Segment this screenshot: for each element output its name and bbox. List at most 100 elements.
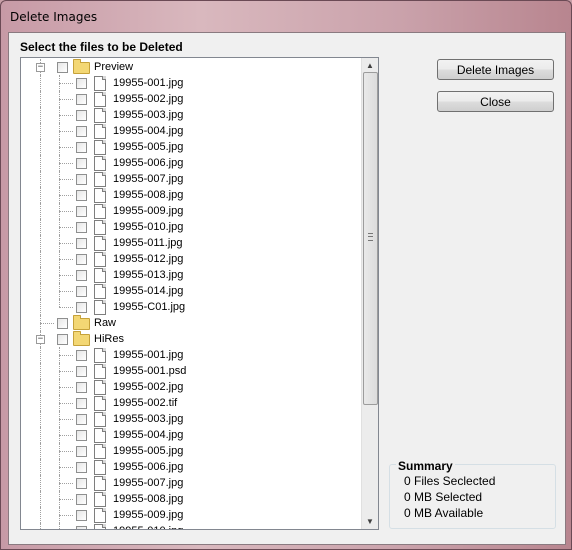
collapse-expander-icon[interactable]: − xyxy=(36,63,45,72)
file-row[interactable]: 19955-007.jpg xyxy=(21,171,361,187)
file-checkbox[interactable] xyxy=(76,526,87,529)
file-row[interactable]: 19955-007.jpg xyxy=(21,475,361,491)
tree-guide-line xyxy=(40,443,41,459)
tree-folder-row[interactable]: Raw xyxy=(21,315,361,331)
tree-guide-line xyxy=(40,283,41,299)
file-checkbox[interactable] xyxy=(76,494,87,505)
file-icon xyxy=(94,348,106,363)
file-checkbox[interactable] xyxy=(76,254,87,265)
file-row[interactable]: 19955-C01.jpg xyxy=(21,299,361,315)
file-row[interactable]: 19955-005.jpg xyxy=(21,443,361,459)
file-row[interactable]: 19955-009.jpg xyxy=(21,507,361,523)
file-checkbox[interactable] xyxy=(76,142,87,153)
file-row[interactable]: 19955-008.jpg xyxy=(21,187,361,203)
file-label: 19955-008.jpg xyxy=(113,189,184,201)
file-label: 19955-008.jpg xyxy=(113,493,184,505)
file-checkbox[interactable] xyxy=(76,270,87,281)
file-row[interactable]: 19955-010.jpg xyxy=(21,219,361,235)
file-row[interactable]: 19955-003.jpg xyxy=(21,411,361,427)
collapse-expander-icon[interactable]: − xyxy=(36,335,45,344)
file-row[interactable]: 19955-008.jpg xyxy=(21,491,361,507)
tree-guide-line xyxy=(59,195,73,196)
scroll-thumb[interactable] xyxy=(363,72,378,405)
file-checkbox[interactable] xyxy=(76,462,87,473)
file-row[interactable]: 19955-006.jpg xyxy=(21,459,361,475)
scroll-down-icon[interactable]: ▼ xyxy=(362,514,378,529)
file-checkbox[interactable] xyxy=(76,398,87,409)
file-row[interactable]: 19955-001.jpg xyxy=(21,75,361,91)
folder-icon xyxy=(73,59,90,74)
file-checkbox[interactable] xyxy=(76,286,87,297)
file-row[interactable]: 19955-010.jpg xyxy=(21,523,361,529)
file-tree-content: − Preview 19955-001.jpg 19955-002.jpg 19955-… xyxy=(21,59,361,529)
file-row[interactable]: 19955-013.jpg xyxy=(21,267,361,283)
tree-guide-line xyxy=(59,483,73,484)
file-row[interactable]: 19955-014.jpg xyxy=(21,283,361,299)
file-checkbox[interactable] xyxy=(76,446,87,457)
file-icon xyxy=(94,508,106,523)
file-icon xyxy=(94,284,106,299)
file-checkbox[interactable] xyxy=(76,366,87,377)
file-checkbox[interactable] xyxy=(76,350,87,361)
file-checkbox[interactable] xyxy=(76,222,87,233)
file-checkbox[interactable] xyxy=(76,414,87,425)
tree-scrollbar[interactable]: ▲ ▼ xyxy=(361,58,378,529)
folder-icon xyxy=(73,331,90,346)
tree-guide-line xyxy=(40,251,41,267)
file-row[interactable]: 19955-003.jpg xyxy=(21,107,361,123)
file-checkbox[interactable] xyxy=(76,190,87,201)
scroll-up-icon[interactable]: ▲ xyxy=(362,58,378,73)
file-label: 19955-002.tif xyxy=(113,397,178,409)
file-checkbox[interactable] xyxy=(76,382,87,393)
folder-checkbox[interactable] xyxy=(57,62,68,73)
file-checkbox[interactable] xyxy=(76,302,87,313)
file-checkbox[interactable] xyxy=(76,78,87,89)
folder-label: Raw xyxy=(94,317,117,329)
file-checkbox[interactable] xyxy=(76,206,87,217)
tree-guide-line xyxy=(40,91,41,107)
file-row[interactable]: 19955-005.jpg xyxy=(21,139,361,155)
file-row[interactable]: 19955-004.jpg xyxy=(21,123,361,139)
file-row[interactable]: 19955-004.jpg xyxy=(21,427,361,443)
delete-images-button[interactable]: Delete Images xyxy=(437,59,554,80)
tree-guide-line xyxy=(59,179,73,180)
folder-checkbox[interactable] xyxy=(57,334,68,345)
file-icon xyxy=(94,252,106,267)
file-row[interactable]: 19955-001.psd xyxy=(21,363,361,379)
tree-folder-row[interactable]: − HiRes xyxy=(21,331,361,347)
mb-available-text: 0 MB Available xyxy=(404,506,484,520)
file-label: 19955-003.jpg xyxy=(113,109,184,121)
file-checkbox[interactable] xyxy=(76,158,87,169)
file-checkbox[interactable] xyxy=(76,94,87,105)
tree-guide-line xyxy=(40,107,41,123)
file-row[interactable]: 19955-001.jpg xyxy=(21,347,361,363)
title-bar[interactable]: Delete Images xyxy=(1,1,571,33)
folder-checkbox[interactable] xyxy=(57,318,68,329)
tree-guide-line xyxy=(59,451,73,452)
file-checkbox[interactable] xyxy=(76,510,87,521)
file-label: 19955-012.jpg xyxy=(113,253,184,265)
file-row[interactable]: 19955-012.jpg xyxy=(21,251,361,267)
file-tree[interactable]: − Preview 19955-001.jpg 19955-002.jpg 19955-… xyxy=(20,57,379,530)
tree-guide-line xyxy=(59,227,73,228)
tree-folder-row[interactable]: − Preview xyxy=(21,59,361,75)
file-row[interactable]: 19955-006.jpg xyxy=(21,155,361,171)
file-row[interactable]: 19955-002.jpg xyxy=(21,379,361,395)
close-button[interactable]: Close xyxy=(437,91,554,112)
file-checkbox[interactable] xyxy=(76,238,87,249)
file-icon xyxy=(94,236,106,251)
file-icon xyxy=(94,412,106,427)
file-checkbox[interactable] xyxy=(76,126,87,137)
files-selected-text: 0 Files Seclected xyxy=(404,474,496,488)
file-checkbox[interactable] xyxy=(76,174,87,185)
file-label: 19955-006.jpg xyxy=(113,461,184,473)
file-checkbox[interactable] xyxy=(76,110,87,121)
tree-guide-line xyxy=(40,379,41,395)
file-checkbox[interactable] xyxy=(76,430,87,441)
file-label: 19955-007.jpg xyxy=(113,477,184,489)
file-row[interactable]: 19955-002.tif xyxy=(21,395,361,411)
file-checkbox[interactable] xyxy=(76,478,87,489)
file-row[interactable]: 19955-002.jpg xyxy=(21,91,361,107)
file-row[interactable]: 19955-009.jpg xyxy=(21,203,361,219)
file-row[interactable]: 19955-011.jpg xyxy=(21,235,361,251)
